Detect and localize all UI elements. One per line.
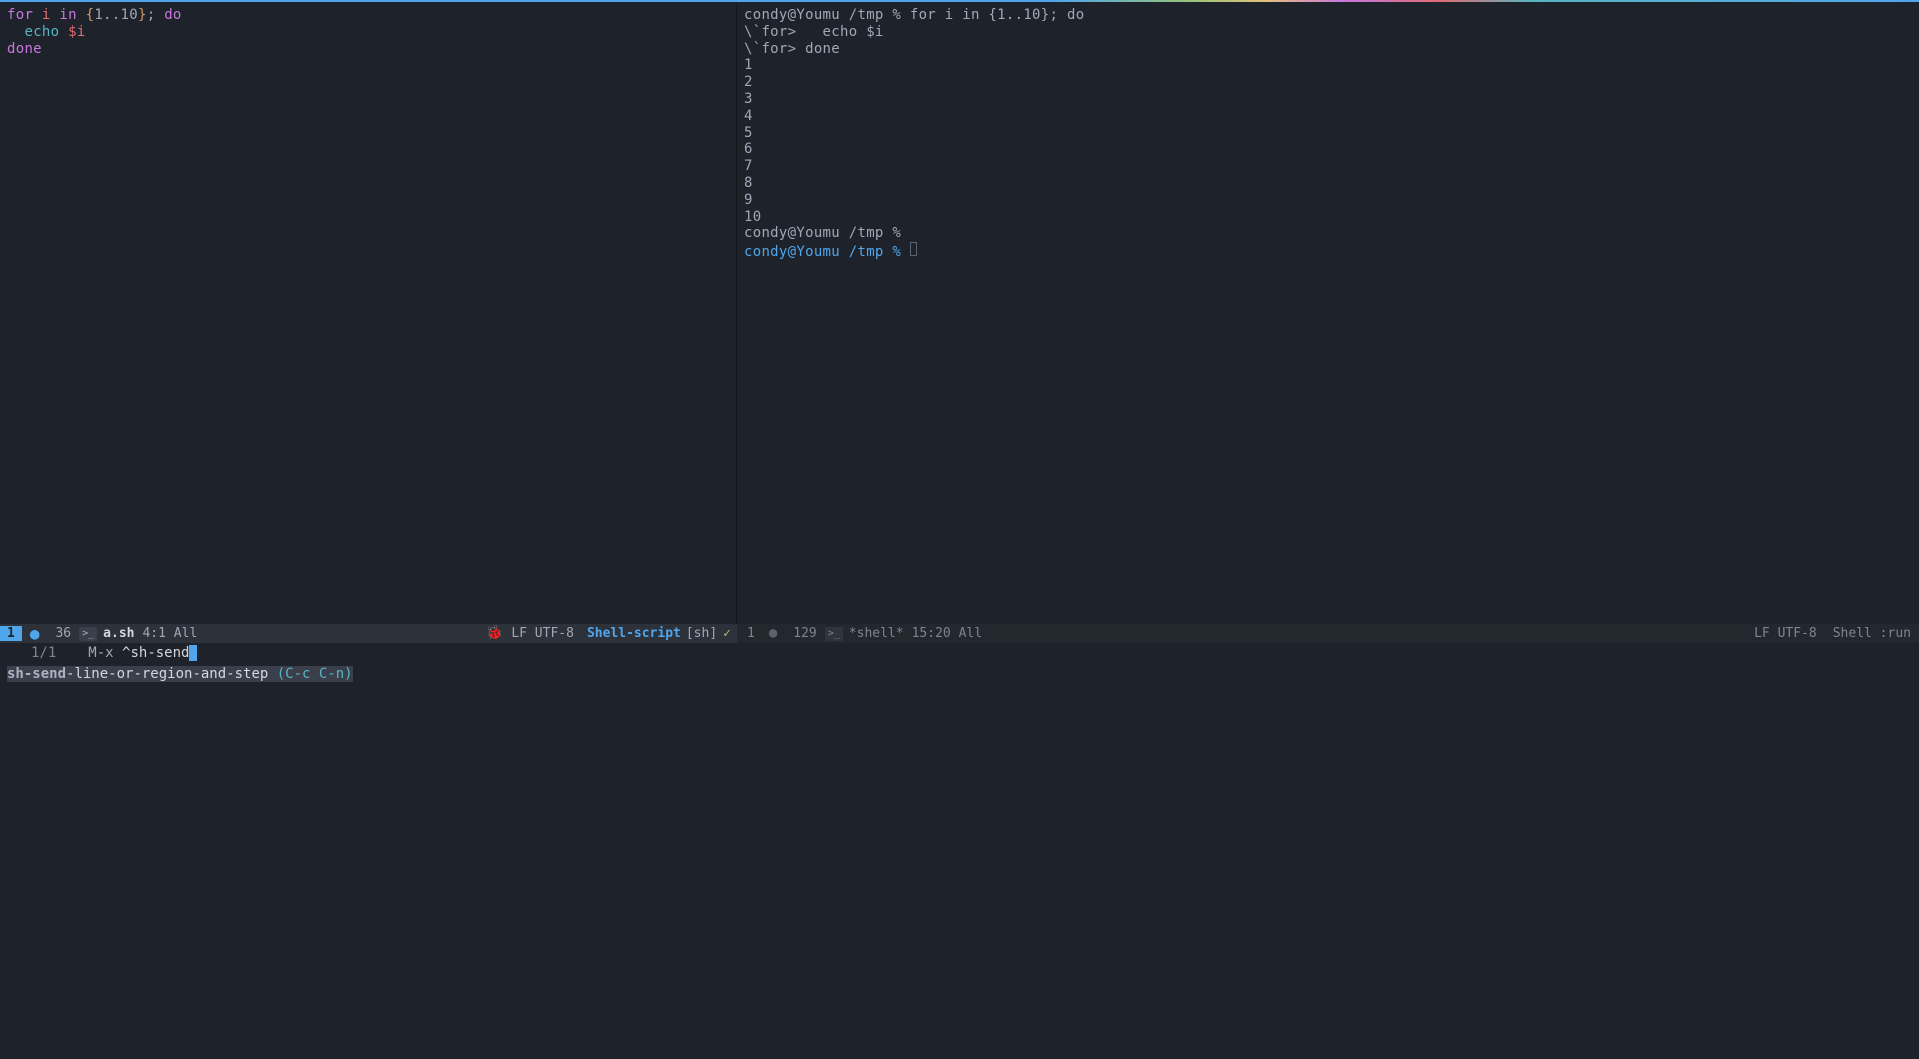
token-do: do [164, 7, 181, 23]
mx-prompt: M-x [56, 645, 122, 661]
workspace-indicator-inactive[interactable]: 1 [737, 624, 761, 643]
term-line: \`for> done [744, 41, 1912, 58]
term-output: 5 [744, 125, 1912, 142]
terminal-cursor [910, 242, 917, 256]
completion-match-part: sh-send [7, 666, 66, 682]
term-prompt: condy@Youmu /tmp % [744, 225, 1912, 242]
completion-candidate[interactable]: sh-send-line-or-region-and-step (C-c C-n… [0, 664, 1919, 685]
cursor-position: 15:20 All [904, 626, 990, 642]
bug-icon[interactable]: 🐞 [486, 625, 503, 642]
term-line: \`for> echo $i [744, 24, 1912, 41]
workspace-indicator[interactable]: 1 [0, 626, 22, 642]
term-output: 7 [744, 158, 1912, 175]
mode-suffix: [sh] [686, 626, 717, 642]
encoding-info-inactive[interactable]: LF UTF-8 [1746, 626, 1825, 642]
major-mode[interactable]: Shell-script [582, 626, 686, 642]
editor-pane-left[interactable]: for i in {1..10}; do echo $i done [0, 2, 736, 624]
terminal-pane-right[interactable]: condy@Youmu /tmp % for i in {1..10}; do … [737, 2, 1919, 624]
minibuffer-cursor [189, 645, 197, 661]
buffer-name[interactable]: a.sh [103, 626, 134, 642]
code-line-1[interactable]: for i in {1..10}; do [7, 7, 729, 24]
term-output: 4 [744, 108, 1912, 125]
term-line: condy@Youmu /tmp % for i in {1..10}; do [744, 7, 1912, 24]
completion-rest: -line-or-region-and-step [66, 666, 268, 682]
file-size: 129 [785, 626, 824, 642]
buffer-unmodified-icon: ● [761, 625, 785, 642]
cursor-position: 4:1 All [134, 626, 205, 642]
token-echo: echo [24, 24, 59, 40]
check-icon: ✓ [717, 626, 737, 642]
term-active-prompt[interactable]: condy@Youmu /tmp % [744, 242, 1912, 261]
statusline-right-pane[interactable]: 1 ● 129 >_ *shell* 15:20 All LF UTF-8 Sh… [737, 624, 1919, 643]
major-mode-inactive[interactable]: Shell :run [1825, 626, 1919, 642]
completion-keybinding: (C-c C-n) [277, 666, 353, 682]
term-output: 9 [744, 192, 1912, 209]
term-output: 10 [744, 209, 1912, 226]
buffer-modified-icon: ● [22, 624, 48, 643]
token-for: for [7, 7, 33, 23]
encoding-info[interactable]: LF UTF-8 [503, 626, 582, 642]
statusline: 1 ● 36 >_ a.sh 4:1 All 🐞 LF UTF-8 Shell-… [0, 624, 1919, 643]
token-var-i: i [42, 7, 51, 23]
term-output: 6 [744, 141, 1912, 158]
code-line-3[interactable]: done [7, 41, 729, 58]
term-output: 3 [744, 91, 1912, 108]
code-line-2[interactable]: echo $i [7, 24, 729, 41]
term-output: 8 [744, 175, 1912, 192]
editor-split-container: for i in {1..10}; do echo $i done condy@… [0, 2, 1919, 624]
token-dollar-i: $i [68, 24, 85, 40]
term-output: 2 [744, 74, 1912, 91]
token-in: in [59, 7, 76, 23]
minibuffer-input[interactable]: ^sh-send [122, 645, 189, 661]
match-count: 1/1 [7, 645, 56, 661]
statusline-left-pane[interactable]: 1 ● 36 >_ a.sh 4:1 All 🐞 LF UTF-8 Shell-… [0, 624, 737, 643]
file-size: 36 [47, 626, 79, 642]
minibuffer-line[interactable]: 1/1M-x ^sh-send [0, 643, 1919, 664]
term-output: 1 [744, 57, 1912, 74]
terminal-icon: >_ [79, 627, 97, 641]
terminal-icon: >_ [825, 627, 843, 641]
buffer-name-inactive[interactable]: *shell* [849, 626, 904, 642]
token-done: done [7, 41, 42, 57]
